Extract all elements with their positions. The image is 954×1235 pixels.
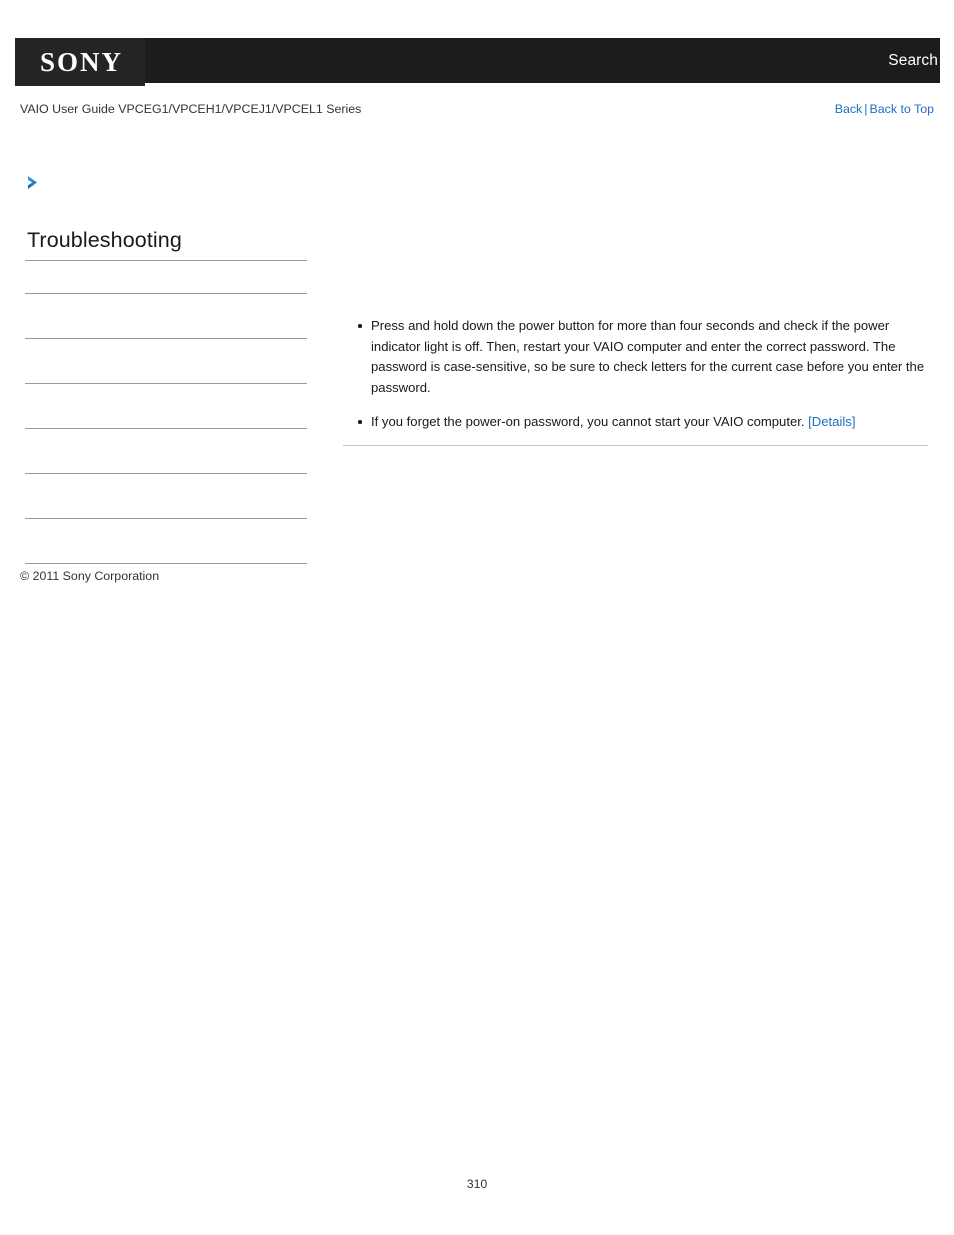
- sidebar-item-3[interactable]: [25, 339, 307, 384]
- main-content: Press and hold down the power button for…: [343, 316, 928, 433]
- list-item-text: Press and hold down the power button for…: [371, 318, 925, 395]
- back-to-top-link[interactable]: Back to Top: [869, 102, 934, 116]
- back-link[interactable]: Back: [835, 102, 863, 116]
- sidebar-item-4[interactable]: [25, 384, 307, 429]
- sidebar-item-7[interactable]: [25, 519, 307, 564]
- sony-logo-text: SONY: [39, 46, 123, 77]
- copyright-notice: © 2011 Sony Corporation: [20, 569, 160, 583]
- sony-logo[interactable]: SONY: [15, 38, 145, 86]
- page-title: Troubleshooting: [27, 228, 182, 252]
- content-divider: [343, 445, 928, 446]
- guide-title: VAIO User Guide VPCEG1/VPCEH1/VPCEJ1/VPC…: [20, 102, 362, 116]
- header-bar: [15, 38, 940, 83]
- subheader: VAIO User Guide VPCEG1/VPCEH1/VPCEJ1/VPC…: [20, 102, 934, 122]
- sidebar-item-1[interactable]: [25, 261, 307, 294]
- left-column: Troubleshooting: [25, 228, 307, 564]
- list-item-text: If you forget the power-on password, you…: [371, 414, 809, 429]
- sidebar-item-6[interactable]: [25, 474, 307, 519]
- sidebar-item-2[interactable]: [25, 294, 307, 339]
- sidebar-menu: [25, 261, 307, 564]
- instruction-list: Press and hold down the power button for…: [343, 316, 928, 433]
- search-link[interactable]: Search: [888, 52, 938, 70]
- list-item: Press and hold down the power button for…: [358, 316, 928, 398]
- header-nav-links: Back | Back to Top: [835, 102, 934, 116]
- details-link[interactable]: [Details]: [808, 414, 855, 429]
- sidebar-item-5[interactable]: [25, 429, 307, 474]
- chevron-right-icon[interactable]: [25, 173, 45, 193]
- list-item: If you forget the power-on password, you…: [358, 412, 928, 433]
- page-number: 310: [466, 1177, 488, 1191]
